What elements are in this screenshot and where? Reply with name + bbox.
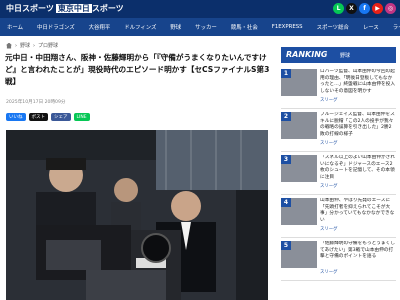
logo-tail: スポーツ <box>91 4 124 13</box>
ranking-category: スリーグ <box>320 141 338 146</box>
article-title: 元中日・中田翔さん、阪神・佐藤輝明から「『守備がうまくなりたいんですけど』と言わ… <box>5 53 270 86</box>
site-logo[interactable]: 中日スポーツ 東京中日 スポーツ <box>6 3 124 14</box>
breadcrumb-item-pro-baseball[interactable]: プロ野球 <box>38 42 58 49</box>
logo-accent: 東京中日 <box>55 4 92 13</box>
ranking-text: ロバーツ監督、山本由伸の今回の起用の理由、「明後日登板してもなかったと…」終盤戦… <box>320 69 396 94</box>
nav-item[interactable]: 中日ドラゴンズ <box>30 23 82 31</box>
ranking-item[interactable]: 5 「佐藤輝明の守備をもっとうまくしてあげたい」第3戦で山本由伸の打撃と守備のポイ… <box>281 238 396 281</box>
ranking-text: 山本由伸、やはり先発のエースに「先頭打者を抑えられてこそが大事」分かっていてもな… <box>320 198 395 223</box>
ranking-header: RANKING 野球 <box>281 47 396 63</box>
ranking-category: スリーグ <box>320 270 338 275</box>
nav-item[interactable]: スポーツ総合 <box>310 23 356 31</box>
ranking-number: 2 <box>281 112 291 121</box>
nav-item[interactable]: 大谷翔平 <box>82 23 118 31</box>
ranking-item[interactable]: 1 ロバーツ監督、山本由伸の今回の起用の理由、「明後日登板してもなかったと…」終盤… <box>281 66 396 109</box>
breadcrumb-item-baseball[interactable]: 野球 <box>20 42 30 49</box>
ranking-subtitle: 野球 <box>340 53 351 59</box>
ranking-item[interactable]: 3 「スネル以上のよい山本由伸がきれいになるぞ」ドジャースのエース2枚のシュートを… <box>281 152 396 195</box>
share-buttons: いいね ポスト シェア LINE <box>6 113 90 121</box>
nav-item[interactable]: レース <box>356 23 386 31</box>
home-icon[interactable] <box>6 42 12 49</box>
main-nav: ホーム 中日ドラゴンズ 大谷翔平 ドルフィンズ 野球 サッカー 競馬・社会 F1EXPRESS… <box>0 18 400 36</box>
ranking-category: スリーグ <box>320 184 338 189</box>
share-button[interactable]: LINE <box>73 113 90 121</box>
ranking-item[interactable]: 2 ブルージェイズ監督、山本由伸をスキルに脱帽「この2人の投手が我々の戦略の誤算を… <box>281 109 396 152</box>
breadcrumb-sep: › <box>33 42 36 49</box>
youtube-icon[interactable]: ▶ <box>372 3 383 14</box>
share-button[interactable]: ポスト <box>28 113 48 121</box>
nav-item[interactable]: 競馬・社会 <box>224 23 265 31</box>
x-icon[interactable]: X <box>346 3 357 14</box>
article-date: 2025年10月17日 20時09分 <box>6 100 66 105</box>
ranking-category: スリーグ <box>320 98 338 103</box>
ranking-number: 5 <box>281 241 291 250</box>
ranking-text: 「佐藤輝明の守備をもっとうまくしてあげたい」第3戦で山本由伸の打撃と守備のポイン… <box>320 241 396 260</box>
site-header: 中日スポーツ 東京中日 スポーツ L Xf ▶ ◎ <box>0 0 400 18</box>
ranking-text: 「スネル以上のよい山本由伸がきれいになるぞ」ドジャースのエース2枚のシュートを記… <box>320 155 396 180</box>
line-icon[interactable]: L <box>333 3 344 14</box>
photo-illustration <box>6 130 268 300</box>
ranking-number: 3 <box>281 155 291 164</box>
article-photo <box>6 130 268 300</box>
nav-item[interactable]: ライフ <box>386 23 400 31</box>
ranking-title: RANKING <box>286 50 328 59</box>
nav-item[interactable]: 野球 <box>163 23 188 31</box>
logo-main: 中日スポーツ <box>6 4 54 13</box>
breadcrumb: › 野球 › プロ野球 <box>6 42 58 49</box>
instagram-icon[interactable]: ◎ <box>385 3 396 14</box>
share-button[interactable]: いいね <box>6 113 26 121</box>
nav-item[interactable]: ホーム <box>0 23 30 31</box>
nav-item[interactable]: サッカー <box>188 23 224 31</box>
breadcrumb-sep: › <box>15 42 17 49</box>
ranking-list: 1 ロバーツ監督、山本由伸の今回の起用の理由、「明後日登板してもなかったと…」終盤… <box>281 66 396 281</box>
ranking-number: 1 <box>281 69 291 78</box>
facebook-icon[interactable]: f <box>359 3 370 14</box>
ranking-item[interactable]: 4 山本由伸、やはり先発のエースに「先頭打者を抑えられてこそが大事」分かっていても… <box>281 195 396 238</box>
ranking-text: ブルージェイズ監督、山本由伸をスキルに脱帽「この2人の投手が我々の戦略の誤算を引… <box>320 112 395 137</box>
ranking-category: スリーグ <box>320 227 338 232</box>
nav-item[interactable]: F1EXPRESS <box>265 24 310 30</box>
social-icons: L Xf ▶ ◎ <box>333 3 396 14</box>
ranking-number: 4 <box>281 198 291 207</box>
nav-item[interactable]: ドルフィンズ <box>117 23 163 31</box>
share-button[interactable]: シェア <box>51 113 71 121</box>
